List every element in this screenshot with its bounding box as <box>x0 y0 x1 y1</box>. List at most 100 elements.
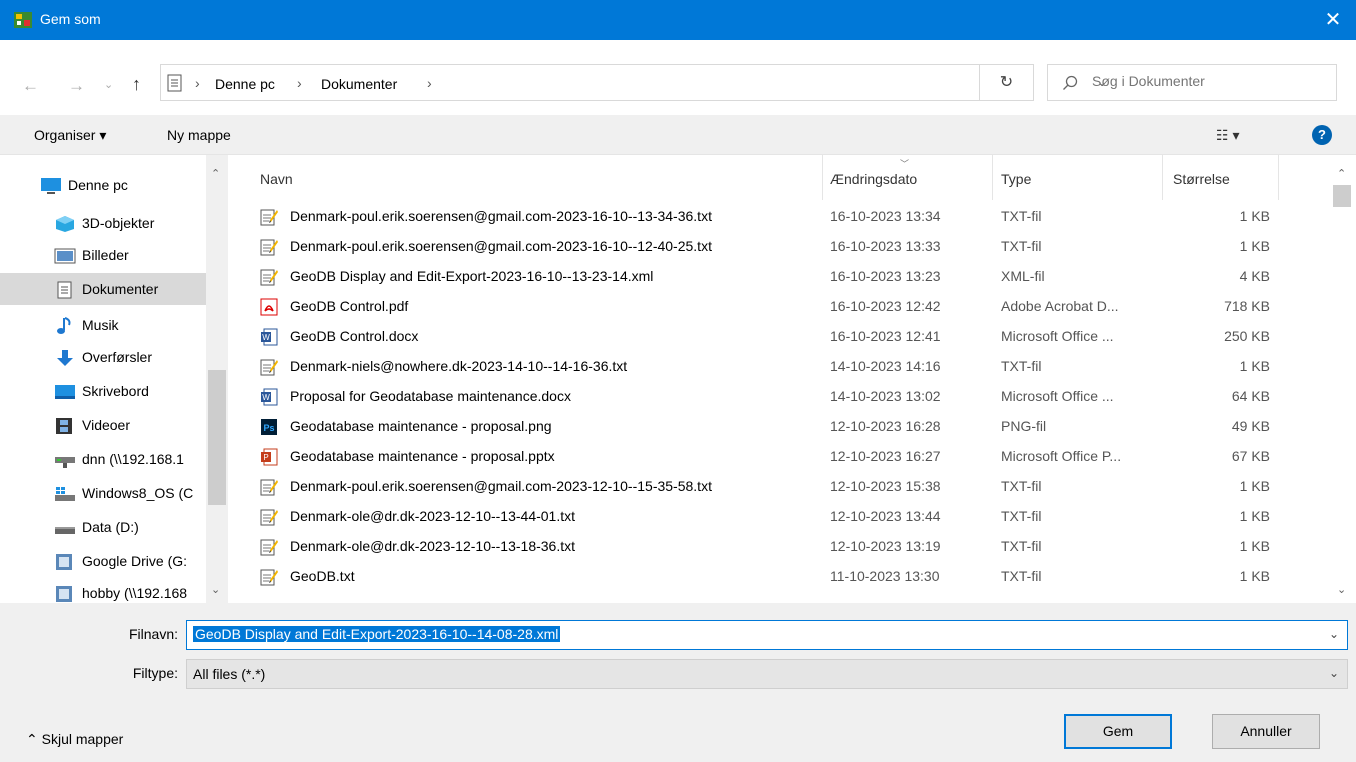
sidebar-item-google-drive[interactable]: Google Drive (G: <box>0 545 206 577</box>
scroll-up-icon[interactable]: ⌃ <box>1337 167 1346 180</box>
network-drive-icon <box>56 586 72 602</box>
column-divider[interactable] <box>822 155 823 200</box>
photoshop-file-icon: Ps <box>260 418 278 436</box>
sidebar-item-hobby[interactable]: hobby (\\192.168 <box>0 577 206 603</box>
toolbar: Organiser ▾ Ny mappe ☷ ▾ ? <box>0 115 1356 155</box>
word-file-icon: W <box>260 388 278 406</box>
file-row[interactable]: Denmark-poul.erik.soerensen@gmail.com-20… <box>228 232 1308 261</box>
file-size: 4 KB <box>1239 268 1270 284</box>
sidebar-item-dnn[interactable]: dnn (\\192.168.1 <box>0 443 206 475</box>
scrollbar-thumb[interactable] <box>1333 185 1351 207</box>
file-row[interactable]: Denmark-poul.erik.soerensen@gmail.com-20… <box>228 472 1308 501</box>
address-bar[interactable]: › Denne pc › Dokumenter › ⌄ <box>160 64 1107 101</box>
sort-indicator-icon: ﹀ <box>900 159 910 169</box>
view-options-button[interactable]: ☷ ▾ <box>1216 127 1239 144</box>
file-name: GeoDB.txt <box>290 568 355 584</box>
file-name: GeoDB Control.docx <box>290 328 419 344</box>
file-size: 49 KB <box>1231 418 1270 434</box>
scrollbar-thumb[interactable] <box>208 370 226 505</box>
recent-locations-icon[interactable]: ⌄ <box>104 78 113 91</box>
sidebar-item-overforsler[interactable]: Overførsler <box>0 341 206 373</box>
file-type: TXT-fil <box>1001 238 1042 254</box>
sidebar-item-videoer[interactable]: Videoer <box>0 409 206 441</box>
sidebar-item-windows8-os[interactable]: Windows8_OS (C <box>0 477 206 509</box>
title-bar: Gem som ✕ <box>0 0 1356 40</box>
filename-value[interactable]: GeoDB Display and Edit-Export-2023-16-10… <box>193 626 561 642</box>
file-date: 11-10-2023 13:30 <box>830 568 940 584</box>
file-type: TXT-fil <box>1001 538 1042 554</box>
filetype-select[interactable]: All files (*.*) ⌄ <box>186 659 1348 689</box>
file-row[interactable]: Denmark-niels@nowhere.dk-2023-14-10--14-… <box>228 352 1308 381</box>
column-header-date[interactable]: Ændringsdato <box>830 171 917 187</box>
column-header-type[interactable]: Type <box>1001 171 1031 187</box>
google-drive-icon <box>56 554 72 570</box>
cancel-button[interactable]: Annuller <box>1212 714 1320 749</box>
address-row: ← → ⌄ ↑ › Denne pc › Dokumenter › ⌄ ↻ <box>0 40 1356 115</box>
sidebar-item-3d-objekter[interactable]: 3D-objekter <box>0 207 206 239</box>
search-box[interactable] <box>1047 64 1337 101</box>
file-row[interactable]: Denmark-ole@dr.dk-2023-12-10--13-18-36.t… <box>228 532 1308 561</box>
sidebar-item-musik[interactable]: Musik <box>0 309 206 341</box>
file-row[interactable]: W GeoDB Control.docx 16-10-2023 12:41 Micro… <box>228 322 1308 351</box>
column-divider[interactable] <box>992 155 993 200</box>
file-type: XML-fil <box>1001 268 1045 284</box>
column-header-name[interactable]: Navn <box>260 171 293 187</box>
column-divider[interactable] <box>1162 155 1163 200</box>
close-icon[interactable]: ✕ <box>1310 0 1356 40</box>
organize-button[interactable]: Organiser ▾ <box>34 127 106 144</box>
sidebar-item-denne-pc[interactable]: Denne pc <box>0 169 206 201</box>
scroll-down-icon[interactable]: ⌄ <box>211 583 220 596</box>
sidebar-item-dokumenter[interactable]: Dokumenter <box>0 273 206 305</box>
app-icon <box>14 12 32 28</box>
new-folder-button[interactable]: Ny mappe <box>167 127 231 143</box>
file-row[interactable]: Denmark-ole@dr.dk-2023-12-10--13-44-01.t… <box>228 502 1308 531</box>
back-icon[interactable]: ← <box>22 76 39 96</box>
sidebar-item-label: Windows8_OS (C <box>82 485 194 501</box>
sidebar-item-label: dnn (\\192.168.1 <box>82 451 184 467</box>
file-row[interactable]: GeoDB.txt 11-10-2023 13:30 TXT-fil 1 KB <box>228 562 1308 591</box>
file-name: Proposal for Geodatabase maintenance.doc… <box>290 388 571 404</box>
chevron-down-icon[interactable]: ⌄ <box>1329 627 1339 641</box>
save-button[interactable]: Gem <box>1064 714 1172 749</box>
search-input[interactable] <box>1092 73 1322 89</box>
file-row[interactable]: Ps Geodatabase maintenance - proposal.png… <box>228 412 1308 441</box>
sidebar-item-data-d[interactable]: Data (D:) <box>0 511 206 543</box>
file-name: Denmark-niels@nowhere.dk-2023-14-10--14-… <box>290 358 628 374</box>
file-size: 718 KB <box>1224 298 1270 314</box>
chevron-down-icon[interactable]: ⌄ <box>1329 666 1339 680</box>
sidebar-item-label: Dokumenter <box>82 281 159 297</box>
breadcrumb-dokumenter[interactable]: Dokumenter <box>321 76 397 92</box>
up-icon[interactable]: ↑ <box>132 74 141 95</box>
help-icon[interactable]: ? <box>1312 125 1332 145</box>
sidebar-item-skrivebord[interactable]: Skrivebord <box>0 375 206 407</box>
forward-icon[interactable]: → <box>68 76 85 96</box>
file-row[interactable]: W Proposal for Geodatabase maintenance.do… <box>228 382 1308 411</box>
file-name: Denmark-poul.erik.soerensen@gmail.com-20… <box>290 208 712 224</box>
document-icon <box>57 281 72 299</box>
column-divider[interactable] <box>1278 155 1279 200</box>
file-type: TXT-fil <box>1001 568 1042 584</box>
file-row[interactable]: P Geodatabase maintenance - proposal.pptx… <box>228 442 1308 471</box>
file-size: 1 KB <box>1239 508 1270 524</box>
hide-folders-button[interactable]: ⌃ Skjul mapper <box>26 731 123 748</box>
filename-field[interactable]: GeoDB Display and Edit-Export-2023-16-10… <box>186 620 1348 650</box>
sidebar-item-label: Skrivebord <box>82 383 149 399</box>
file-size: 1 KB <box>1239 538 1270 554</box>
column-header-size[interactable]: Størrelse <box>1173 171 1230 187</box>
breadcrumb-separator-icon: › <box>297 75 302 91</box>
scroll-up-icon[interactable]: ⌃ <box>211 167 220 180</box>
filetype-value: All files (*.*) <box>193 666 266 682</box>
svg-text:Ps: Ps <box>263 423 274 433</box>
breadcrumb-denne-pc[interactable]: Denne pc <box>215 76 275 92</box>
file-row[interactable]: Denmark-poul.erik.soerensen@gmail.com-20… <box>228 202 1308 231</box>
file-type: TXT-fil <box>1001 508 1042 524</box>
scroll-down-icon[interactable]: ⌄ <box>1337 583 1346 596</box>
pictures-icon <box>54 248 76 264</box>
refresh-button[interactable]: ↻ <box>980 64 1034 101</box>
sidebar-item-billeder[interactable]: Billeder <box>0 239 206 271</box>
file-row[interactable]: GeoDB Control.pdf 16-10-2023 12:42 Adobe A… <box>228 292 1308 321</box>
sidebar-scrollbar[interactable]: ⌃ ⌄ <box>206 155 228 603</box>
text-file-icon <box>260 208 278 226</box>
file-list-scrollbar[interactable]: ⌃ ⌄ <box>1328 155 1356 603</box>
file-row[interactable]: GeoDB Display and Edit-Export-2023-16-10… <box>228 262 1308 291</box>
